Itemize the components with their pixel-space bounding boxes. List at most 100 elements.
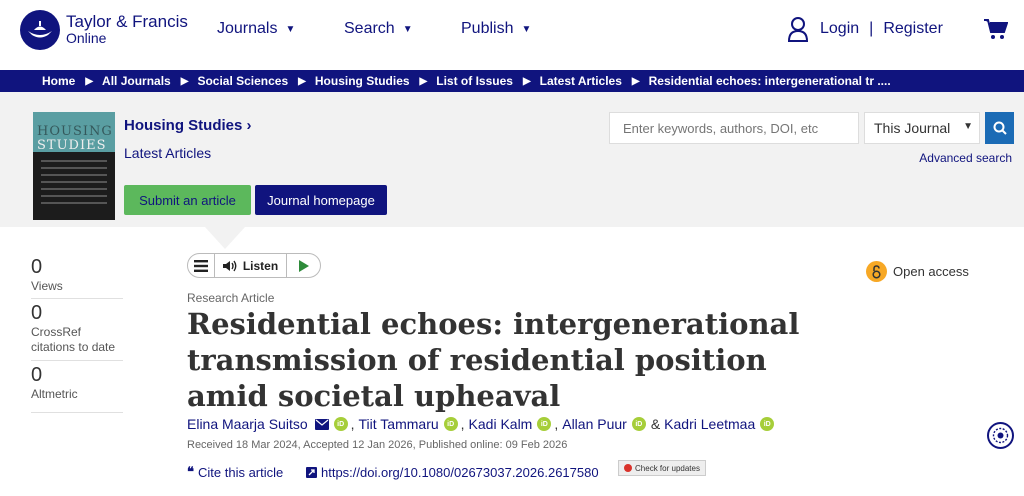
nav-publish[interactable]: Publish ▼ <box>461 20 531 38</box>
breadcrumb-arrow-icon: ▶ <box>522 75 531 87</box>
quote-icon: ❝ <box>187 465 194 480</box>
journal-homepage-button[interactable]: Journal homepage <box>255 185 387 215</box>
listen-toolbar: Listen <box>187 253 321 278</box>
check-for-updates-button[interactable]: Check for updates <box>618 460 706 476</box>
logo-text-line2: Online <box>66 30 107 46</box>
crossmark-icon <box>624 464 633 472</box>
author-separator: , <box>350 416 355 432</box>
open-access-badge: Open access <box>866 261 969 282</box>
email-icon[interactable] <box>314 418 329 430</box>
metric-value: 0 <box>31 364 43 386</box>
author-separator: , <box>460 416 465 432</box>
listen-button[interactable]: Listen <box>215 254 287 277</box>
article-title: Residential echoes: intergenerational tr… <box>187 307 800 413</box>
metric-divider <box>31 360 123 361</box>
orcid-icon[interactable]: iD <box>333 417 348 431</box>
metric-altmetric: 0 Altmetric <box>31 364 123 402</box>
cover-title: STUDIES <box>37 138 107 153</box>
nav-journals[interactable]: Journals ▼ <box>217 20 295 38</box>
auth-links: Login | Register <box>787 16 943 42</box>
author-name[interactable]: Kadri Leetmaa <box>664 416 755 432</box>
play-button[interactable] <box>287 254 320 277</box>
orcid-icon[interactable]: iD <box>537 417 552 431</box>
journal-cover-image[interactable]: HOUSING STUDIES <box>33 112 115 220</box>
breadcrumb-arrow-icon: ▶ <box>631 75 640 87</box>
author-separator: & <box>650 416 661 432</box>
orcid-icon[interactable]: iD <box>631 417 646 431</box>
nav-search-label: Search <box>344 20 395 37</box>
taylor-francis-logo[interactable]: Taylor & Francis Online <box>20 10 188 50</box>
accessibility-icon[interactable] <box>987 422 1014 449</box>
check-updates-label: Check for updates <box>635 463 700 473</box>
orcid-icon[interactable]: iD <box>760 417 775 431</box>
metric-divider <box>31 298 123 299</box>
advanced-search-link[interactable]: Advanced search <box>919 151 1012 165</box>
search-input[interactable] <box>609 112 859 144</box>
cart-icon[interactable] <box>984 18 1009 45</box>
metric-value: 0 <box>31 256 43 278</box>
breadcrumb-latest-articles[interactable]: Latest Articles <box>540 74 622 88</box>
doi-text: https://doi.org/10.1080/02673037.2026.26… <box>321 465 599 480</box>
breadcrumb-social-sciences[interactable]: Social Sciences <box>197 74 288 88</box>
search-button[interactable] <box>985 112 1014 144</box>
logo-text-line1: Taylor & Francis <box>66 12 188 31</box>
author-name[interactable]: Allan Puur <box>562 416 627 432</box>
cite-article-link[interactable]: ❝ Cite this article <box>187 465 283 480</box>
listen-menu-button[interactable] <box>188 254 215 277</box>
journal-title-text: Housing Studies <box>124 117 243 134</box>
author-separator: , <box>554 416 559 432</box>
open-access-icon <box>866 261 887 282</box>
cover-title-shadow: HOUSING <box>37 124 113 139</box>
chevron-down-icon: ▼ <box>521 23 532 35</box>
article-dates: Received 18 Mar 2024, Accepted 12 Jan 20… <box>187 439 568 451</box>
register-link[interactable]: Register <box>883 20 943 38</box>
author-name[interactable]: Kadi Kalm <box>469 416 533 432</box>
author-list: Elina Maarja Suitso iD , Tiit Tammaru iD… <box>187 416 777 432</box>
submit-article-button[interactable]: Submit an article <box>124 185 251 215</box>
chevron-down-icon: ▼ <box>285 23 296 35</box>
chevron-down-icon: ▼ <box>963 121 973 132</box>
metric-divider <box>31 412 123 413</box>
open-access-label: Open access <box>893 264 969 279</box>
author-name[interactable]: Elina Maarja Suitso <box>187 416 308 432</box>
breadcrumb-home[interactable]: Home <box>42 74 75 88</box>
nav-search[interactable]: Search ▼ <box>344 20 413 38</box>
chevron-down-icon: ▼ <box>402 23 413 35</box>
journal-subtitle: Latest Articles <box>124 145 212 161</box>
nav-journals-label: Journals <box>217 20 278 37</box>
breadcrumb-arrow-icon: ▶ <box>85 75 94 87</box>
metric-label: Altmetric <box>31 387 78 401</box>
site-header: Taylor & Francis Online Journals ▼ Searc… <box>0 0 1024 70</box>
user-icon <box>787 17 809 42</box>
cite-label: Cite this article <box>198 465 284 480</box>
breadcrumb-arrow-icon: ▶ <box>419 75 428 87</box>
menu-icon <box>194 259 208 272</box>
orcid-icon[interactable]: iD <box>443 417 458 431</box>
banner-pointer <box>205 227 245 249</box>
doi-link[interactable]: https://doi.org/10.1080/02673037.2026.26… <box>306 465 599 480</box>
breadcrumb-housing-studies[interactable]: Housing Studies <box>315 74 410 88</box>
login-link[interactable]: Login <box>820 20 859 38</box>
search-scope-value: This Journal <box>874 120 951 136</box>
author-name[interactable]: Tiit Tammaru <box>359 416 439 432</box>
metric-crossref: 0 CrossRef citations to date <box>31 302 123 355</box>
breadcrumb-arrow-icon: ▶ <box>180 75 189 87</box>
logo-lamp-icon <box>20 10 60 50</box>
play-icon <box>298 259 309 272</box>
journal-title[interactable]: Housing Studies › <box>124 117 252 134</box>
nav-publish-label: Publish <box>461 20 514 37</box>
metric-label: Views <box>31 279 63 293</box>
breadcrumb-all-journals[interactable]: All Journals <box>102 74 171 88</box>
external-link-icon <box>306 467 317 478</box>
article-type: Research Article <box>187 291 275 305</box>
metric-label: CrossRef citations to date <box>31 325 116 354</box>
search-icon <box>993 121 1007 135</box>
metric-views: 0 Views <box>31 256 123 294</box>
breadcrumb-list-of-issues[interactable]: List of Issues <box>436 74 513 88</box>
breadcrumb: Home ▶ All Journals ▶ Social Sciences ▶ … <box>0 70 1024 92</box>
breadcrumb-current: Residential echoes: intergenerational tr… <box>648 74 891 88</box>
chevron-right-icon: › <box>246 117 252 134</box>
breadcrumb-arrow-icon: ▶ <box>298 75 306 87</box>
speaker-icon <box>222 260 237 271</box>
search-scope-select[interactable]: This Journal ▼ <box>864 112 980 144</box>
